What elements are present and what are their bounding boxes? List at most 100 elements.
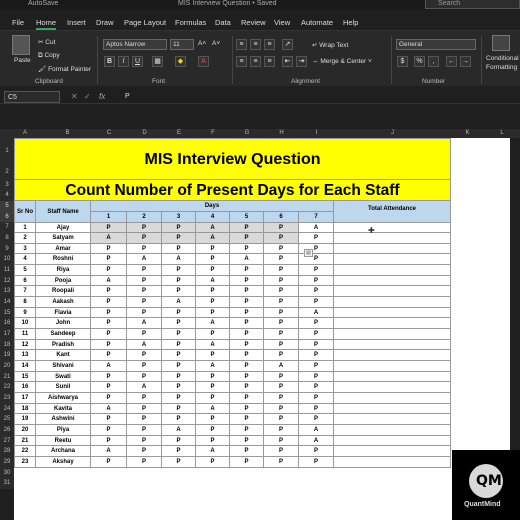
attendance-cell[interactable]: A	[299, 308, 334, 318]
attendance-cell[interactable]: P	[196, 414, 230, 425]
attendance-cell[interactable]: P	[230, 393, 264, 404]
attendance-cell[interactable]: P	[264, 286, 299, 297]
quick-analysis-icon[interactable]: ▤	[304, 249, 313, 257]
attendance-cell[interactable]: P	[264, 404, 299, 414]
row-header[interactable]: 18	[0, 340, 14, 350]
decrease-font-icon[interactable]: A˅	[212, 40, 220, 47]
attendance-cell[interactable]: P	[264, 340, 299, 350]
total-attendance-cell[interactable]	[334, 414, 451, 425]
currency-icon[interactable]: $	[397, 56, 408, 67]
staff-name-cell[interactable]: Aakash	[36, 297, 91, 308]
attendance-cell[interactable]: P	[162, 446, 196, 457]
row-header[interactable]: 3	[0, 180, 14, 190]
staff-name-cell[interactable]: Shivani	[36, 361, 91, 372]
attendance-cell[interactable]: A	[196, 233, 230, 244]
sr-no-cell[interactable]: 1	[14, 223, 36, 233]
wrap-text-button[interactable]: ↵ Wrap Text	[312, 41, 348, 49]
total-attendance-cell[interactable]	[334, 361, 451, 372]
attendance-cell[interactable]: P	[196, 382, 230, 393]
attendance-cell[interactable]: P	[127, 244, 162, 254]
attendance-cell[interactable]: P	[127, 393, 162, 404]
font-color-icon[interactable]: A	[198, 56, 209, 67]
attendance-cell[interactable]: P	[264, 223, 299, 233]
attendance-cell[interactable]: P	[264, 457, 299, 468]
orientation-icon[interactable]: ↗	[282, 39, 293, 50]
sr-no-cell[interactable]: 11	[14, 329, 36, 340]
attendance-cell[interactable]: P	[264, 318, 299, 329]
attendance-cell[interactable]: P	[91, 223, 127, 233]
search-box[interactable]: Search	[425, 0, 520, 9]
sr-no-cell[interactable]: 13	[14, 350, 36, 361]
subtitle-cell[interactable]: Count Number of Present Days for Each St…	[14, 180, 451, 201]
total-attendance-cell[interactable]	[334, 393, 451, 404]
staff-name-cell[interactable]: Riya	[36, 265, 91, 276]
row-header[interactable]: 22	[0, 382, 14, 393]
attendance-cell[interactable]: P	[127, 436, 162, 446]
attendance-cell[interactable]: P	[299, 297, 334, 308]
attendance-cell[interactable]: P	[162, 308, 196, 318]
attendance-cell[interactable]: A	[91, 446, 127, 457]
row-header[interactable]: 19	[0, 350, 14, 361]
staff-name-cell[interactable]: Satyam	[36, 233, 91, 244]
attendance-cell[interactable]: P	[196, 350, 230, 361]
column-header[interactable]: F	[196, 129, 230, 138]
staff-name-cell[interactable]: Flavia	[36, 308, 91, 318]
attendance-cell[interactable]: P	[91, 436, 127, 446]
staff-name-cell[interactable]: Ajay	[36, 223, 91, 233]
attendance-cell[interactable]: P	[230, 318, 264, 329]
attendance-cell[interactable]: P	[230, 372, 264, 382]
attendance-cell[interactable]: P	[196, 286, 230, 297]
font-name-select[interactable]: Aptos Narrow	[103, 39, 167, 50]
attendance-cell[interactable]: P	[299, 457, 334, 468]
sr-no-cell[interactable]: 21	[14, 436, 36, 446]
staff-name-cell[interactable]: Archana	[36, 446, 91, 457]
merge-center-button[interactable]: ⇔ Merge & Center ˅	[312, 58, 372, 65]
attendance-cell[interactable]: P	[162, 457, 196, 468]
sr-no-cell[interactable]: 10	[14, 318, 36, 329]
column-header[interactable]: H	[264, 129, 299, 138]
attendance-cell[interactable]: P	[230, 382, 264, 393]
row-header[interactable]: 30	[0, 468, 14, 478]
staff-name-cell[interactable]: Sunil	[36, 382, 91, 393]
staff-name-cell[interactable]: Roopali	[36, 286, 91, 297]
header-day-number[interactable]: 2	[127, 212, 162, 223]
sr-no-cell[interactable]: 8	[14, 297, 36, 308]
attendance-cell[interactable]: P	[196, 372, 230, 382]
attendance-cell[interactable]: P	[127, 308, 162, 318]
attendance-cell[interactable]: P	[264, 372, 299, 382]
attendance-cell[interactable]: P	[91, 350, 127, 361]
total-attendance-cell[interactable]	[334, 329, 451, 340]
tab-file[interactable]: File	[12, 18, 24, 27]
tab-view[interactable]: View	[274, 18, 290, 27]
sr-no-cell[interactable]: 22	[14, 446, 36, 457]
attendance-cell[interactable]: P	[127, 446, 162, 457]
attendance-cell[interactable]: P	[162, 382, 196, 393]
header-sr-no[interactable]: Sr No	[14, 201, 36, 223]
attendance-cell[interactable]: P	[162, 404, 196, 414]
attendance-cell[interactable]: P	[196, 457, 230, 468]
paste-icon[interactable]	[12, 35, 30, 55]
tab-page-layout[interactable]: Page Layout	[124, 18, 166, 27]
staff-name-cell[interactable]: Ashwini	[36, 414, 91, 425]
attendance-cell[interactable]: P	[196, 265, 230, 276]
attendance-cell[interactable]: P	[264, 350, 299, 361]
total-attendance-cell[interactable]	[334, 446, 451, 457]
row-header[interactable]: 24	[0, 404, 14, 414]
total-attendance-cell[interactable]	[334, 297, 451, 308]
attendance-cell[interactable]: P	[196, 393, 230, 404]
row-header[interactable]: 16	[0, 318, 14, 329]
total-attendance-cell[interactable]	[334, 436, 451, 446]
staff-name-cell[interactable]: Swati	[36, 372, 91, 382]
attendance-cell[interactable]: P	[91, 308, 127, 318]
attendance-cell[interactable]: P	[264, 329, 299, 340]
attendance-cell[interactable]: A	[196, 340, 230, 350]
name-box[interactable]: C5	[4, 91, 60, 103]
copy-button[interactable]: ⧉ Copy	[38, 52, 60, 60]
attendance-cell[interactable]: A	[162, 254, 196, 265]
attendance-cell[interactable]: P	[162, 276, 196, 286]
attendance-cell[interactable]: P	[230, 265, 264, 276]
tab-data[interactable]: Data	[215, 18, 231, 27]
attendance-cell[interactable]: P	[230, 340, 264, 350]
sr-no-cell[interactable]: 2	[14, 233, 36, 244]
attendance-cell[interactable]: P	[299, 233, 334, 244]
